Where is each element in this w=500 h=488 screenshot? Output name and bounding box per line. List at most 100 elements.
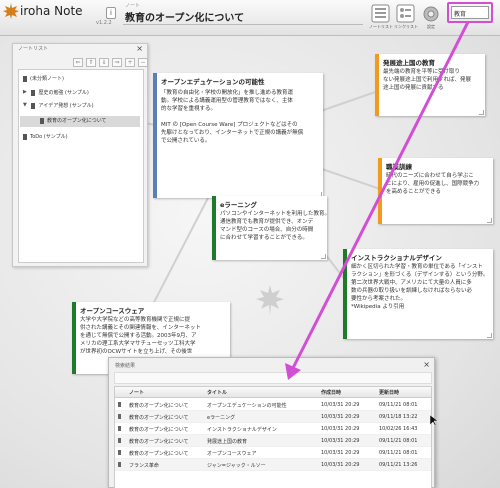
note-color-bar: [72, 302, 76, 374]
cell-title: インストラクショナルデザイン: [207, 427, 277, 433]
doc-label: ノート: [125, 3, 141, 9]
notebook-icon: [31, 89, 36, 96]
results-table: ノート タイトル 作成日時 更新日時 教育のオープン化について オープンエデュケ…: [114, 386, 432, 488]
gear-icon[interactable]: [419, 3, 443, 25]
note-color-bar: [212, 196, 216, 260]
notebook-icon[interactable]: [369, 3, 393, 25]
table-row[interactable]: 教育のオープン化について オープンエデュケーションの可能性 10/03/31 2…: [115, 399, 431, 411]
column-header[interactable]: 更新日時: [379, 389, 399, 396]
note-title: オープンエデュケーションの可能性: [161, 78, 265, 86]
note-title: オープンコースウェア: [80, 307, 145, 315]
resize-grip[interactable]: [487, 218, 492, 223]
close-icon[interactable]: ×: [423, 360, 430, 369]
notebook-icon: [40, 117, 44, 124]
cell-created: 10/03/31 20:29: [321, 402, 360, 408]
tree-item[interactable]: ▼ アイデア発想 (サンプル): [23, 100, 94, 111]
cell-note: フランス革命: [129, 463, 159, 469]
title-underline: [123, 24, 363, 25]
table-row[interactable]: 教育のオープン化について eラーニング 10/03/31 20:29 09/11…: [115, 411, 431, 423]
mouse-cursor-icon: [430, 415, 438, 427]
cell-updated: 09/11/18 13:22: [379, 414, 418, 420]
note-title: 発展途上国の教育: [383, 59, 435, 67]
cell-updated: 10/02/26 16:43: [379, 426, 418, 432]
notebook-icon: [23, 75, 27, 82]
note-icon: [118, 450, 121, 455]
tool-label-settings: 設定: [427, 24, 435, 29]
cell-updated: 09/11/21 08:01: [379, 450, 418, 456]
note-icon: [118, 462, 121, 467]
cell-title: ジャン=ジャック・ルソー: [207, 463, 266, 469]
note-developing-education[interactable]: 発展途上国の教育 最先端の教育を平等に受け取り ない発展途上国で利用すれば、発展…: [375, 54, 485, 116]
link-list-icon[interactable]: [394, 3, 418, 25]
search-results-dialog: 検索結果 × ノート タイトル 作成日時 更新日時 教育のオープン化について オ…: [108, 357, 435, 488]
maple-leaf-logo-icon: [3, 3, 19, 19]
tree-item-selected[interactable]: 教育のオープン化について: [20, 116, 140, 127]
add-note-button[interactable]: +: [125, 58, 135, 67]
collapse-triangle-icon[interactable]: ▼: [23, 100, 27, 111]
cell-title: 発展途上国の教育: [207, 439, 248, 445]
notebook-icon: [31, 102, 36, 109]
cell-title: オープンエデュケーションの可能性: [207, 403, 287, 409]
column-header[interactable]: タイトル: [207, 389, 227, 396]
resize-grip[interactable]: [321, 254, 326, 259]
note-color-bar: [375, 54, 379, 116]
tree-item[interactable]: (未分類ノート): [23, 74, 64, 85]
cell-created: 10/03/31 20:29: [321, 462, 360, 468]
note-body: パソコンやインターネットを利用した教育。 通信教育でも教育が提供でき、オンデ マ…: [220, 211, 331, 241]
note-icon: [118, 426, 121, 431]
note-title: 職業訓練: [386, 163, 412, 171]
cell-updated: 09/11/21 13:26: [379, 462, 418, 468]
page-title[interactable]: 教育のオープン化について: [125, 9, 244, 24]
note-color-bar: [153, 73, 157, 198]
cell-updated: 09/11/21 08:01: [379, 438, 418, 444]
search-highlight-annotation: [447, 2, 493, 23]
cell-title: オープンコースウェア: [207, 451, 257, 457]
move-left-button[interactable]: ⇐: [73, 58, 83, 67]
move-up-button[interactable]: ⇑: [86, 58, 96, 67]
move-down-button[interactable]: ⇓: [99, 58, 109, 67]
cell-note: 教育のオープン化について: [129, 403, 189, 409]
maple-leaf-watermark: [256, 285, 284, 315]
cell-note: 教育のオープン化について: [129, 427, 189, 433]
app-version: v1.2.2: [96, 20, 112, 26]
close-icon[interactable]: ×: [136, 44, 143, 53]
cell-note: 教育のオープン化について: [129, 451, 189, 457]
table-row[interactable]: 教育のオープン化について オープンコースウェア 10/03/31 20:29 0…: [115, 447, 431, 459]
table-row[interactable]: 教育のオープン化について 発展途上国の教育 10/03/31 20:29 09/…: [115, 435, 431, 447]
column-header[interactable]: 作成日時: [321, 389, 341, 396]
table-header: ノート タイトル 作成日時 更新日時: [115, 387, 431, 398]
note-icon: [118, 402, 121, 407]
info-button[interactable]: i: [106, 7, 116, 19]
notelist-toolbar: ⇐ ⇑ ⇓ ⇒ + −: [21, 58, 148, 68]
cell-note: 教育のオープン化について: [129, 415, 189, 421]
notebook-icon: [23, 133, 27, 140]
note-vocational-training[interactable]: 職業訓練 時代のニーズに合わせて自ら学ぶこ とにより、雇用の促進し、国際競争力 …: [378, 158, 493, 224]
table-row[interactable]: フランス革命 ジャン=ジャック・ルソー 10/03/31 20:29 09/11…: [115, 459, 431, 471]
note-icon: [118, 414, 121, 419]
note-elearning[interactable]: eラーニング パソコンやインターネットを利用した教育。 通信教育でも教育が提供で…: [212, 196, 331, 260]
dialog-title: 検索結果: [115, 363, 136, 369]
cell-note: 教育のオープン化について: [129, 439, 189, 445]
note-title: eラーニング: [220, 201, 257, 209]
move-right-button[interactable]: ⇒: [112, 58, 122, 67]
expand-triangle-icon[interactable]: ▶: [23, 87, 27, 98]
note-instructional-design[interactable]: インストラクショナルデザイン 細かく区切られた学習・教育の単位である「インスト …: [343, 249, 493, 339]
cell-title: eラーニング: [207, 415, 236, 421]
note-body: 時代のニーズに合わせて自ら学ぶこ とにより、雇用の促進し、国際競争力 を高めるこ…: [386, 173, 480, 195]
note-icon: [118, 438, 121, 443]
notelist-tree: (未分類ノート) ▶ 歴史の勉強 (サンプル) ▼ アイデア発想 (サンプル) …: [18, 69, 144, 263]
column-header[interactable]: ノート: [129, 389, 144, 396]
remove-note-button[interactable]: −: [138, 58, 148, 67]
app-name: iroha Note: [20, 4, 83, 18]
table-row[interactable]: 教育のオープン化について インストラクショナルデザイン 10/03/31 20:…: [115, 423, 431, 435]
cell-created: 10/03/31 20:29: [321, 438, 360, 444]
note-open-education[interactable]: オープンエデュケーションの可能性 「教育の自由化・学校の開放化」を推し進める教育…: [153, 73, 323, 198]
note-body: 大学や大学院などの高等教育機関で正規に提 供された講義とその関連情報を、インター…: [80, 317, 201, 355]
tree-item[interactable]: ToDo (サンプル): [23, 132, 68, 143]
resize-grip[interactable]: [487, 333, 492, 338]
dialog-toolbar: [114, 372, 432, 384]
notelist-title: ノートリスト: [18, 46, 49, 52]
resize-grip[interactable]: [479, 110, 484, 115]
tree-item[interactable]: ▶ 歴史の勉強 (サンプル): [23, 87, 89, 98]
notelist-header[interactable]: ノートリスト ×: [13, 44, 147, 54]
